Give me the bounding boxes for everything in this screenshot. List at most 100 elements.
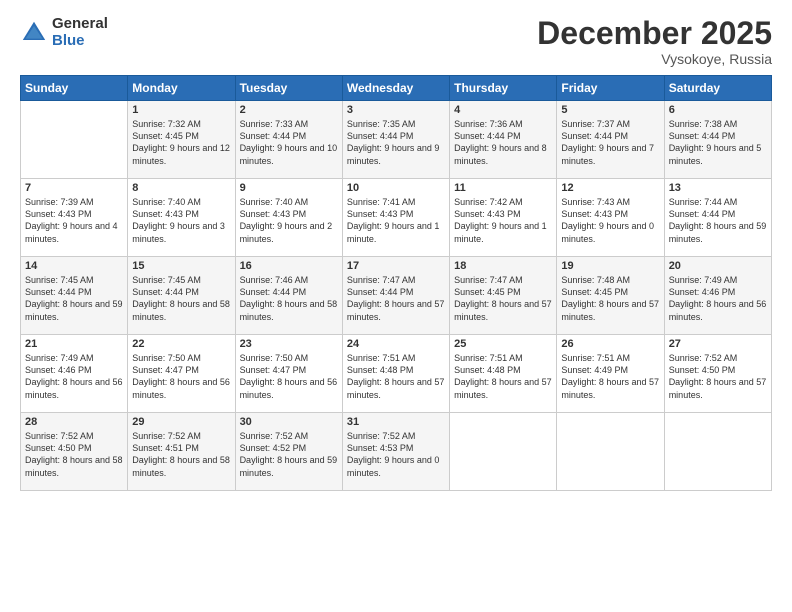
calendar-cell-1-1: 8Sunrise: 7:40 AMSunset: 4:43 PMDaylight… <box>128 179 235 257</box>
calendar-cell-4-2: 30 Sunrise: 7:52 AMSunset: 4:52 PMDayligh… <box>235 413 342 491</box>
day-info: Sunrise: 7:52 AMSunset: 4:50 PMDaylight:… <box>25 430 123 479</box>
header-saturday: Saturday <box>664 76 771 101</box>
day-number: 28 <box>25 416 123 428</box>
calendar-cell-4-4 <box>450 413 557 491</box>
calendar-cell-3-0: 21 Sunrise: 7:49 AMSunset: 4:46 PMDayligh… <box>21 335 128 413</box>
calendar-cell-2-1: 15 Sunrise: 7:45 AMSunset: 4:44 PMDayligh… <box>128 257 235 335</box>
calendar-cell-2-2: 16 Sunrise: 7:46 AMSunset: 4:44 PMDayligh… <box>235 257 342 335</box>
day-info: Sunrise: 7:33 AMSunset: 4:44 PMDaylight:… <box>240 118 338 167</box>
day-number: 1 <box>132 104 230 116</box>
week-row-4: 21 Sunrise: 7:49 AMSunset: 4:46 PMDayligh… <box>21 335 772 413</box>
day-info: Sunrise: 7:52 AMSunset: 4:52 PMDaylight:… <box>240 430 338 479</box>
day-info: Sunrise: 7:52 AMSunset: 4:53 PMDaylight:… <box>347 430 445 479</box>
calendar-cell-3-2: 23Sunrise: 7:50 AMSunset: 4:47 PMDayligh… <box>235 335 342 413</box>
day-number: 8 <box>132 182 230 194</box>
calendar-cell-2-6: 20 Sunrise: 7:49 AMSunset: 4:46 PMDayligh… <box>664 257 771 335</box>
day-number: 29 <box>132 416 230 428</box>
header-tuesday: Tuesday <box>235 76 342 101</box>
calendar-cell-0-4: 4 Sunrise: 7:36 AMSunset: 4:44 PMDaylight… <box>450 101 557 179</box>
calendar-cell-0-0 <box>21 101 128 179</box>
calendar-cell-2-0: 14Sunrise: 7:45 AMSunset: 4:44 PMDayligh… <box>21 257 128 335</box>
day-info: Sunrise: 7:38 AMSunset: 4:44 PMDaylight:… <box>669 118 767 167</box>
week-row-5: 28 Sunrise: 7:52 AMSunset: 4:50 PMDayligh… <box>21 413 772 491</box>
calendar-cell-3-4: 25 Sunrise: 7:51 AMSunset: 4:48 PMDayligh… <box>450 335 557 413</box>
day-number: 30 <box>240 416 338 428</box>
day-number: 25 <box>454 338 552 350</box>
day-number: 24 <box>347 338 445 350</box>
day-info: Sunrise: 7:46 AMSunset: 4:44 PMDaylight:… <box>240 274 338 323</box>
calendar-cell-4-0: 28 Sunrise: 7:52 AMSunset: 4:50 PMDayligh… <box>21 413 128 491</box>
day-info: Sunrise: 7:42 AMSunset: 4:43 PMDaylight:… <box>454 196 552 245</box>
day-number: 2 <box>240 104 338 116</box>
calendar-cell-0-5: 5Sunrise: 7:37 AMSunset: 4:44 PMDaylight… <box>557 101 664 179</box>
day-info: Sunrise: 7:36 AMSunset: 4:44 PMDaylight:… <box>454 118 552 167</box>
calendar-cell-4-3: 31 Sunrise: 7:52 AMSunset: 4:53 PMDayligh… <box>342 413 449 491</box>
day-info: Sunrise: 7:50 AMSunset: 4:47 PMDaylight:… <box>240 352 338 401</box>
calendar-header-row: Sunday Monday Tuesday Wednesday Thursday… <box>21 76 772 101</box>
day-info: Sunrise: 7:52 AMSunset: 4:51 PMDaylight:… <box>132 430 230 479</box>
day-number: 10 <box>347 182 445 194</box>
day-info: Sunrise: 7:32 AMSunset: 4:45 PMDaylight:… <box>132 118 230 167</box>
day-number: 21 <box>25 338 123 350</box>
day-number: 22 <box>132 338 230 350</box>
calendar-cell-0-6: 6 Sunrise: 7:38 AMSunset: 4:44 PMDaylight… <box>664 101 771 179</box>
day-number: 7 <box>25 182 123 194</box>
day-number: 6 <box>669 104 767 116</box>
calendar-table: Sunday Monday Tuesday Wednesday Thursday… <box>20 75 772 491</box>
day-info: Sunrise: 7:44 AMSunset: 4:44 PMDaylight:… <box>669 196 767 245</box>
day-info: Sunrise: 7:43 AMSunset: 4:43 PMDaylight:… <box>561 196 659 245</box>
calendar-cell-0-3: 3Sunrise: 7:35 AMSunset: 4:44 PMDaylight… <box>342 101 449 179</box>
calendar-cell-4-5 <box>557 413 664 491</box>
day-info: Sunrise: 7:51 AMSunset: 4:48 PMDaylight:… <box>454 352 552 401</box>
day-info: Sunrise: 7:49 AMSunset: 4:46 PMDaylight:… <box>25 352 123 401</box>
calendar-cell-3-5: 26 Sunrise: 7:51 AMSunset: 4:49 PMDayligh… <box>557 335 664 413</box>
day-info: Sunrise: 7:45 AMSunset: 4:44 PMDaylight:… <box>132 274 230 323</box>
calendar-subtitle: Vysokoye, Russia <box>537 51 772 67</box>
day-number: 15 <box>132 260 230 272</box>
day-number: 19 <box>561 260 659 272</box>
logo-general-label: General <box>52 16 108 33</box>
calendar-cell-3-1: 22Sunrise: 7:50 AMSunset: 4:47 PMDayligh… <box>128 335 235 413</box>
calendar-cell-3-6: 27Sunrise: 7:52 AMSunset: 4:50 PMDayligh… <box>664 335 771 413</box>
day-info: Sunrise: 7:48 AMSunset: 4:45 PMDaylight:… <box>561 274 659 323</box>
day-info: Sunrise: 7:37 AMSunset: 4:44 PMDaylight:… <box>561 118 659 167</box>
header-monday: Monday <box>128 76 235 101</box>
week-row-2: 7 Sunrise: 7:39 AMSunset: 4:43 PMDaylight… <box>21 179 772 257</box>
day-info: Sunrise: 7:41 AMSunset: 4:43 PMDaylight:… <box>347 196 445 245</box>
logo-icon <box>20 19 48 47</box>
day-number: 18 <box>454 260 552 272</box>
calendar-cell-3-3: 24Sunrise: 7:51 AMSunset: 4:48 PMDayligh… <box>342 335 449 413</box>
calendar-cell-4-6 <box>664 413 771 491</box>
calendar-cell-1-5: 12Sunrise: 7:43 AMSunset: 4:43 PMDayligh… <box>557 179 664 257</box>
calendar-cell-4-1: 29 Sunrise: 7:52 AMSunset: 4:51 PMDayligh… <box>128 413 235 491</box>
calendar-cell-2-4: 18 Sunrise: 7:47 AMSunset: 4:45 PMDayligh… <box>450 257 557 335</box>
header-sunday: Sunday <box>21 76 128 101</box>
day-number: 16 <box>240 260 338 272</box>
calendar-cell-1-3: 10 Sunrise: 7:41 AMSunset: 4:43 PMDayligh… <box>342 179 449 257</box>
calendar-cell-0-1: 1 Sunrise: 7:32 AMSunset: 4:45 PMDaylight… <box>128 101 235 179</box>
calendar-cell-0-2: 2 Sunrise: 7:33 AMSunset: 4:44 PMDaylight… <box>235 101 342 179</box>
day-number: 13 <box>669 182 767 194</box>
logo-text: General Blue <box>52 16 108 49</box>
day-info: Sunrise: 7:45 AMSunset: 4:44 PMDaylight:… <box>25 274 123 323</box>
week-row-3: 14Sunrise: 7:45 AMSunset: 4:44 PMDayligh… <box>21 257 772 335</box>
calendar-cell-2-3: 17Sunrise: 7:47 AMSunset: 4:44 PMDayligh… <box>342 257 449 335</box>
day-info: Sunrise: 7:51 AMSunset: 4:49 PMDaylight:… <box>561 352 659 401</box>
day-number: 27 <box>669 338 767 350</box>
day-info: Sunrise: 7:49 AMSunset: 4:46 PMDaylight:… <box>669 274 767 323</box>
day-number: 20 <box>669 260 767 272</box>
day-number: 9 <box>240 182 338 194</box>
header-friday: Friday <box>557 76 664 101</box>
title-block: December 2025 Vysokoye, Russia <box>537 16 772 67</box>
day-number: 17 <box>347 260 445 272</box>
day-info: Sunrise: 7:47 AMSunset: 4:45 PMDaylight:… <box>454 274 552 323</box>
calendar-cell-1-0: 7 Sunrise: 7:39 AMSunset: 4:43 PMDaylight… <box>21 179 128 257</box>
day-info: Sunrise: 7:39 AMSunset: 4:43 PMDaylight:… <box>25 196 123 245</box>
day-number: 31 <box>347 416 445 428</box>
header-wednesday: Wednesday <box>342 76 449 101</box>
calendar-cell-1-6: 13 Sunrise: 7:44 AMSunset: 4:44 PMDayligh… <box>664 179 771 257</box>
day-number: 4 <box>454 104 552 116</box>
calendar-page: General Blue December 2025 Vysokoye, Rus… <box>0 0 792 612</box>
day-info: Sunrise: 7:35 AMSunset: 4:44 PMDaylight:… <box>347 118 445 167</box>
day-number: 26 <box>561 338 659 350</box>
